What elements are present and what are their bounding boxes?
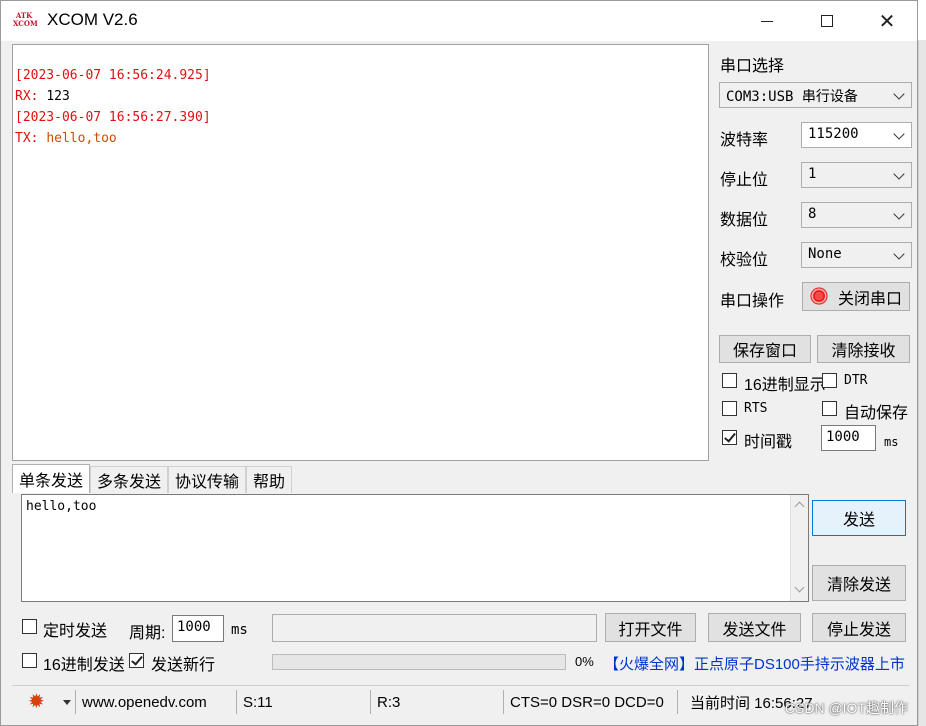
port-op-label: 串口操作 <box>720 293 785 310</box>
parity-value: None <box>808 246 842 262</box>
minimize-icon <box>761 20 773 22</box>
baud-select-value: 115200 <box>808 126 859 142</box>
hex-send-checkbox[interactable] <box>22 653 37 668</box>
rx-prefix: RX: <box>15 89 47 104</box>
parity-label: 校验位 <box>720 252 769 269</box>
close-button[interactable]: ✕ <box>857 1 917 41</box>
rx-data: 123 <box>46 89 70 104</box>
status-received-count: R:3 <box>371 690 504 714</box>
tx-data-line: TX: hello,too <box>15 128 706 149</box>
tab-single-send[interactable]: 单条发送 <box>12 464 91 493</box>
port-select[interactable]: COM3:USB 串行设备 <box>719 82 912 108</box>
scroll-down-icon[interactable] <box>794 582 805 593</box>
send-file-button[interactable]: 发送文件 <box>708 613 801 642</box>
scroll-up-icon[interactable] <box>794 501 805 512</box>
timestamp-ms-input[interactable]: 1000 <box>821 425 876 451</box>
port-select-value: COM3:USB 串行设备 <box>726 89 858 105</box>
rx-timestamp-line: [2023-06-07 16:56:24.925] <box>15 68 211 83</box>
background-scrollbar <box>918 40 926 726</box>
send-newline-checkbox[interactable] <box>129 653 144 668</box>
timed-send-checkbox[interactable] <box>22 619 37 634</box>
period-input[interactable]: 1000 <box>172 615 224 642</box>
period-label: 周期: <box>129 625 166 642</box>
close-port-label: 关闭串口 <box>837 290 902 308</box>
tab-protocol[interactable]: 协议传输 <box>168 466 247 493</box>
file-path-field[interactable] <box>272 614 597 642</box>
tab-multi-send[interactable]: 多条发送 <box>90 466 169 493</box>
close-port-button[interactable]: 关闭串口 <box>802 282 910 311</box>
open-file-button[interactable]: 打开文件 <box>605 613 696 642</box>
status-bar: ✹ www.openedv.com S:11 R:3 CTS=0 DSR=0 D… <box>12 685 909 717</box>
data-bits-value: 8 <box>808 206 817 222</box>
rts-label: RTS <box>744 401 768 416</box>
chevron-down-icon <box>893 168 905 180</box>
timestamp-label: 时间戳 <box>744 434 793 451</box>
hex-display-checkbox[interactable] <box>722 373 737 388</box>
data-bits-label: 数据位 <box>720 212 769 229</box>
chevron-down-icon <box>893 208 905 220</box>
chevron-down-icon <box>893 248 905 260</box>
save-window-button[interactable]: 保存窗口 <box>719 335 811 363</box>
app-logo-icon: ATK XCOM <box>13 12 38 30</box>
dtr-label: DTR <box>844 373 868 388</box>
window-title: XCOM V2.6 <box>47 10 138 29</box>
send-button[interactable]: 发送 <box>812 500 906 536</box>
baud-select[interactable]: 115200 <box>801 122 912 148</box>
period-unit: ms <box>231 622 248 638</box>
stop-send-button[interactable]: 停止发送 <box>812 613 906 642</box>
auto-save-checkbox[interactable] <box>822 401 837 416</box>
tx-prefix: TX: <box>15 131 47 146</box>
stop-bits-label: 停止位 <box>720 172 769 189</box>
auto-save-label: 自动保存 <box>844 405 909 422</box>
status-url[interactable]: www.openedv.com <box>75 690 237 714</box>
clear-send-button[interactable]: 清除发送 <box>812 565 906 601</box>
hex-display-label: 16进制显示 <box>744 377 826 394</box>
maximize-icon <box>821 15 833 27</box>
timestamp-checkbox[interactable] <box>722 430 737 445</box>
tx-data: hello,too <box>46 131 117 146</box>
hex-send-label: 16进制发送 <box>43 657 125 674</box>
tx-timestamp-line: [2023-06-07 16:56:27.390] <box>15 110 211 125</box>
logo-bottom-text: XCOM <box>13 19 38 28</box>
minimize-button[interactable] <box>737 1 797 41</box>
clear-receive-button[interactable]: 清除接收 <box>817 335 910 363</box>
close-icon: ✕ <box>878 9 896 33</box>
port-status-led-icon <box>809 286 830 307</box>
stop-bits-select[interactable]: 1 <box>801 162 912 188</box>
chevron-down-icon <box>893 88 905 100</box>
ad-link[interactable]: 【火爆全网】正点原子DS100手持示波器上市 <box>604 653 905 674</box>
title-bar[interactable]: ATK XCOM XCOM V2.6 ✕ <box>1 1 917 41</box>
xcom-window: ATK XCOM XCOM V2.6 ✕ [2023-06-07 16:56:2… <box>0 0 918 726</box>
rx-data-line: RX: 123 <box>15 86 706 107</box>
gear-dropdown-icon[interactable] <box>63 700 71 705</box>
baud-label: 波特率 <box>720 132 769 149</box>
send-input-text: hello,too <box>26 499 97 514</box>
gear-icon[interactable]: ✹ <box>28 691 50 713</box>
timestamp-ms-unit: ms <box>884 435 899 449</box>
timed-send-label: 定时发送 <box>43 623 108 640</box>
rts-checkbox[interactable] <box>722 401 737 416</box>
tab-help[interactable]: 帮助 <box>246 466 293 493</box>
receive-area[interactable]: [2023-06-07 16:56:24.925] RX: 123 [2023-… <box>12 44 709 461</box>
send-newline-label: 发送新行 <box>151 657 216 674</box>
send-progress-text: 0% <box>575 654 594 669</box>
send-scrollbar[interactable] <box>790 495 808 601</box>
dtr-checkbox[interactable] <box>822 373 837 388</box>
chevron-down-icon <box>893 128 905 140</box>
data-bits-select[interactable]: 8 <box>801 202 912 228</box>
watermark: CSDN @IOT趣制作 <box>784 700 908 716</box>
port-select-label: 串口选择 <box>720 58 785 75</box>
stop-bits-value: 1 <box>808 166 817 182</box>
send-tabs: 单条发送 多条发送 协议传输 帮助 <box>12 464 293 493</box>
parity-select[interactable]: None <box>801 242 912 268</box>
send-input[interactable]: hello,too <box>21 494 809 602</box>
send-progress-bar <box>272 654 566 670</box>
status-lines: CTS=0 DSR=0 DCD=0 <box>504 690 678 714</box>
status-sent-count: S:11 <box>237 690 371 714</box>
maximize-button[interactable] <box>797 1 857 41</box>
